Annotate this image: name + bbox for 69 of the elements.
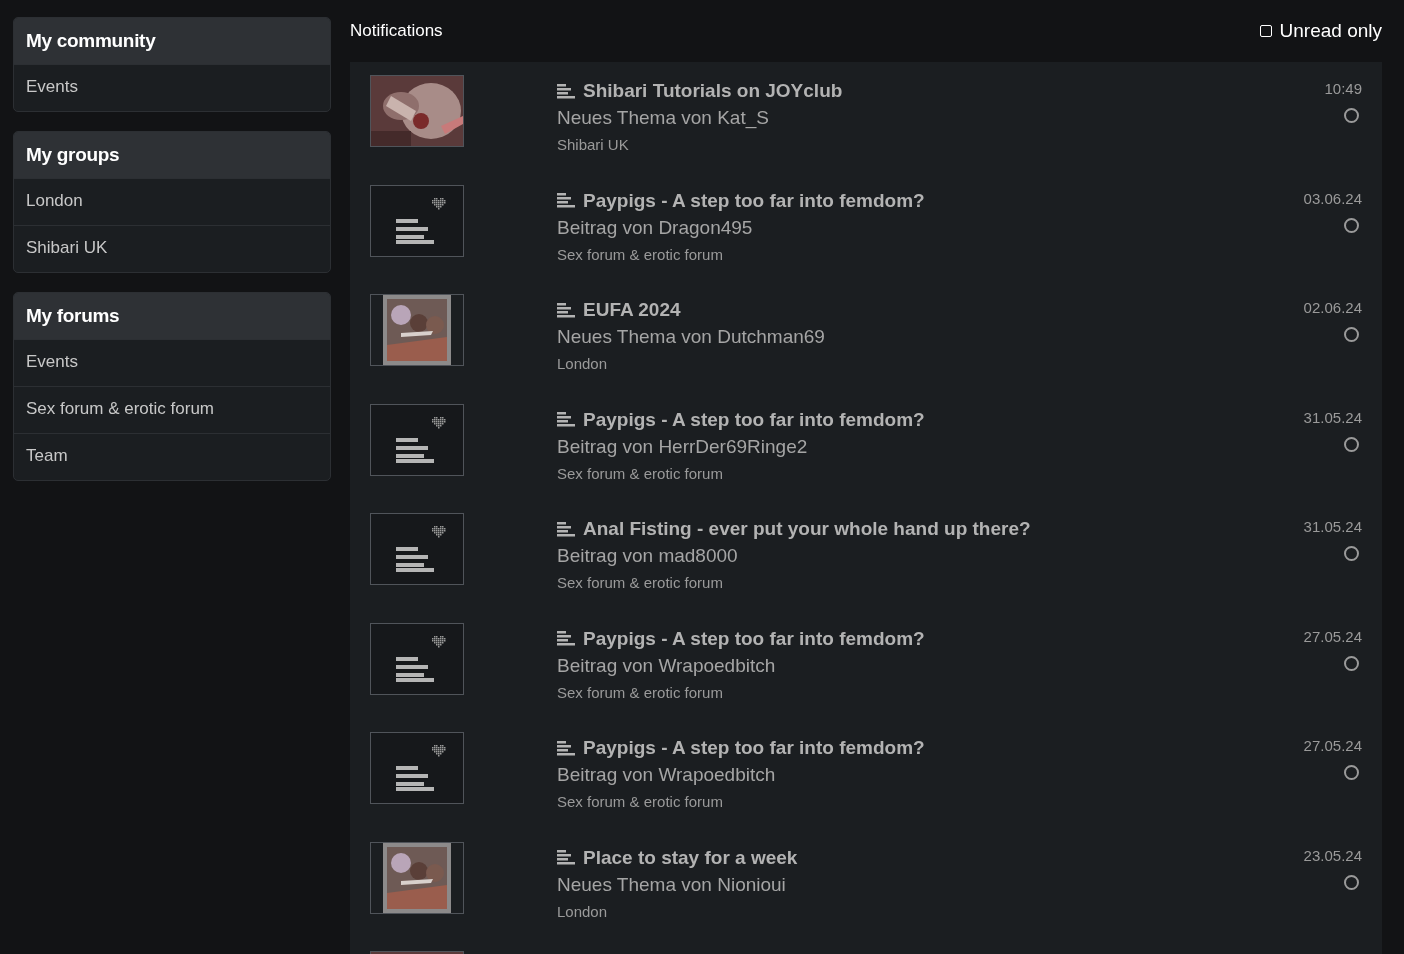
- group-name[interactable]: Sex forum & erotic forum: [557, 683, 1304, 701]
- text-lines-icon: [557, 193, 575, 208]
- section-title: My forums: [14, 293, 330, 339]
- text-lines-icon: [557, 302, 575, 318]
- forum-icon: [396, 635, 446, 682]
- forum-icon: [396, 416, 446, 463]
- thumbnail[interactable]: [370, 622, 464, 695]
- thread-title[interactable]: EUFA 2024: [583, 299, 681, 321]
- thumbnail[interactable]: [370, 403, 464, 476]
- sidebar-item[interactable]: London: [14, 178, 330, 225]
- thread-title[interactable]: Paypigs - A step too far into femdom?: [583, 737, 925, 759]
- section-title: My groups: [14, 132, 330, 178]
- text-lines-icon: [557, 740, 575, 756]
- forum-icon: [396, 745, 446, 791]
- thread-title[interactable]: Shibari Tutorials on JOYclub: [583, 80, 843, 102]
- post-author: Beitrag von HerrDer69Ringe2: [557, 435, 809, 458]
- text-lines-icon: [557, 850, 575, 865]
- post-author: Beitrag von Wrapoedbitch: [557, 764, 777, 786]
- post-author: Neues Thema von Nionioui: [557, 873, 787, 896]
- timestamp: 02.06.24: [1303, 299, 1362, 316]
- sidebar-item[interactable]: Events: [14, 64, 330, 111]
- sidebar-item[interactable]: Sex forum & erotic forum: [14, 386, 330, 433]
- timestamp: 10:49: [1324, 80, 1362, 97]
- text-lines-icon: [557, 631, 575, 646]
- thread-title[interactable]: Paypigs - A step too far into femdom?: [583, 627, 925, 650]
- read-toggle[interactable]: [1344, 217, 1359, 233]
- text-lines-icon: [557, 412, 575, 427]
- group-name[interactable]: Shibari UK: [557, 136, 1325, 153]
- page-title: Notifications: [350, 21, 443, 41]
- post-author: Neues Thema von Dutchman69: [557, 326, 826, 348]
- text-lines-icon: [557, 83, 575, 99]
- read-toggle[interactable]: [1344, 765, 1359, 780]
- timestamp: 27.05.24: [1303, 627, 1362, 645]
- thread-title[interactable]: Anal Fisting - ever put your whole hand up there?: [583, 518, 1031, 540]
- group-name[interactable]: Sex forum & erotic forum: [557, 793, 1304, 810]
- text-lines-icon: [557, 521, 575, 537]
- timestamp: 03.06.24: [1303, 189, 1362, 207]
- read-toggle[interactable]: [1344, 874, 1359, 890]
- timestamp: 31.05.24: [1303, 518, 1362, 535]
- read-toggle[interactable]: [1344, 546, 1359, 561]
- group-name[interactable]: London: [557, 355, 1304, 372]
- timestamp: 31.05.24: [1303, 408, 1362, 426]
- post-author: Beitrag von Dragon495: [557, 216, 754, 239]
- post-author: Beitrag von Wrapoedbitch: [557, 654, 777, 677]
- thread-title[interactable]: Place to stay for a week: [583, 846, 798, 869]
- thumbnail[interactable]: [370, 513, 464, 585]
- group-name[interactable]: London: [557, 902, 1304, 920]
- sidebar-item[interactable]: Shibari UK: [14, 225, 330, 272]
- section-title: My community: [14, 18, 330, 64]
- group-name[interactable]: Sex forum & erotic forum: [557, 574, 1304, 591]
- thread-title[interactable]: Paypigs - A step too far into femdom?: [583, 189, 925, 212]
- group-name[interactable]: Sex forum & erotic forum: [557, 245, 1304, 263]
- group-name[interactable]: Sex forum & erotic forum: [557, 464, 1304, 482]
- timestamp: 27.05.24: [1303, 737, 1362, 754]
- unread-only-checkbox[interactable]: Unread only: [1259, 20, 1382, 42]
- thumbnail[interactable]: [370, 184, 464, 257]
- post-author: Beitrag von mad8000: [557, 545, 739, 567]
- timestamp: 23.05.24: [1303, 846, 1362, 864]
- read-toggle[interactable]: [1344, 436, 1359, 452]
- sidebar-item[interactable]: Team: [14, 433, 330, 480]
- thread-title[interactable]: Paypigs - A step too far into femdom?: [583, 408, 925, 431]
- forum-icon: [396, 526, 446, 572]
- read-toggle[interactable]: [1344, 655, 1359, 671]
- post-author: Neues Thema von Kat_S: [557, 107, 770, 129]
- sidebar-item[interactable]: Events: [14, 339, 330, 386]
- read-toggle[interactable]: [1344, 327, 1359, 342]
- forum-icon: [396, 197, 446, 244]
- read-toggle[interactable]: [1344, 108, 1359, 123]
- thumbnail[interactable]: [370, 732, 464, 804]
